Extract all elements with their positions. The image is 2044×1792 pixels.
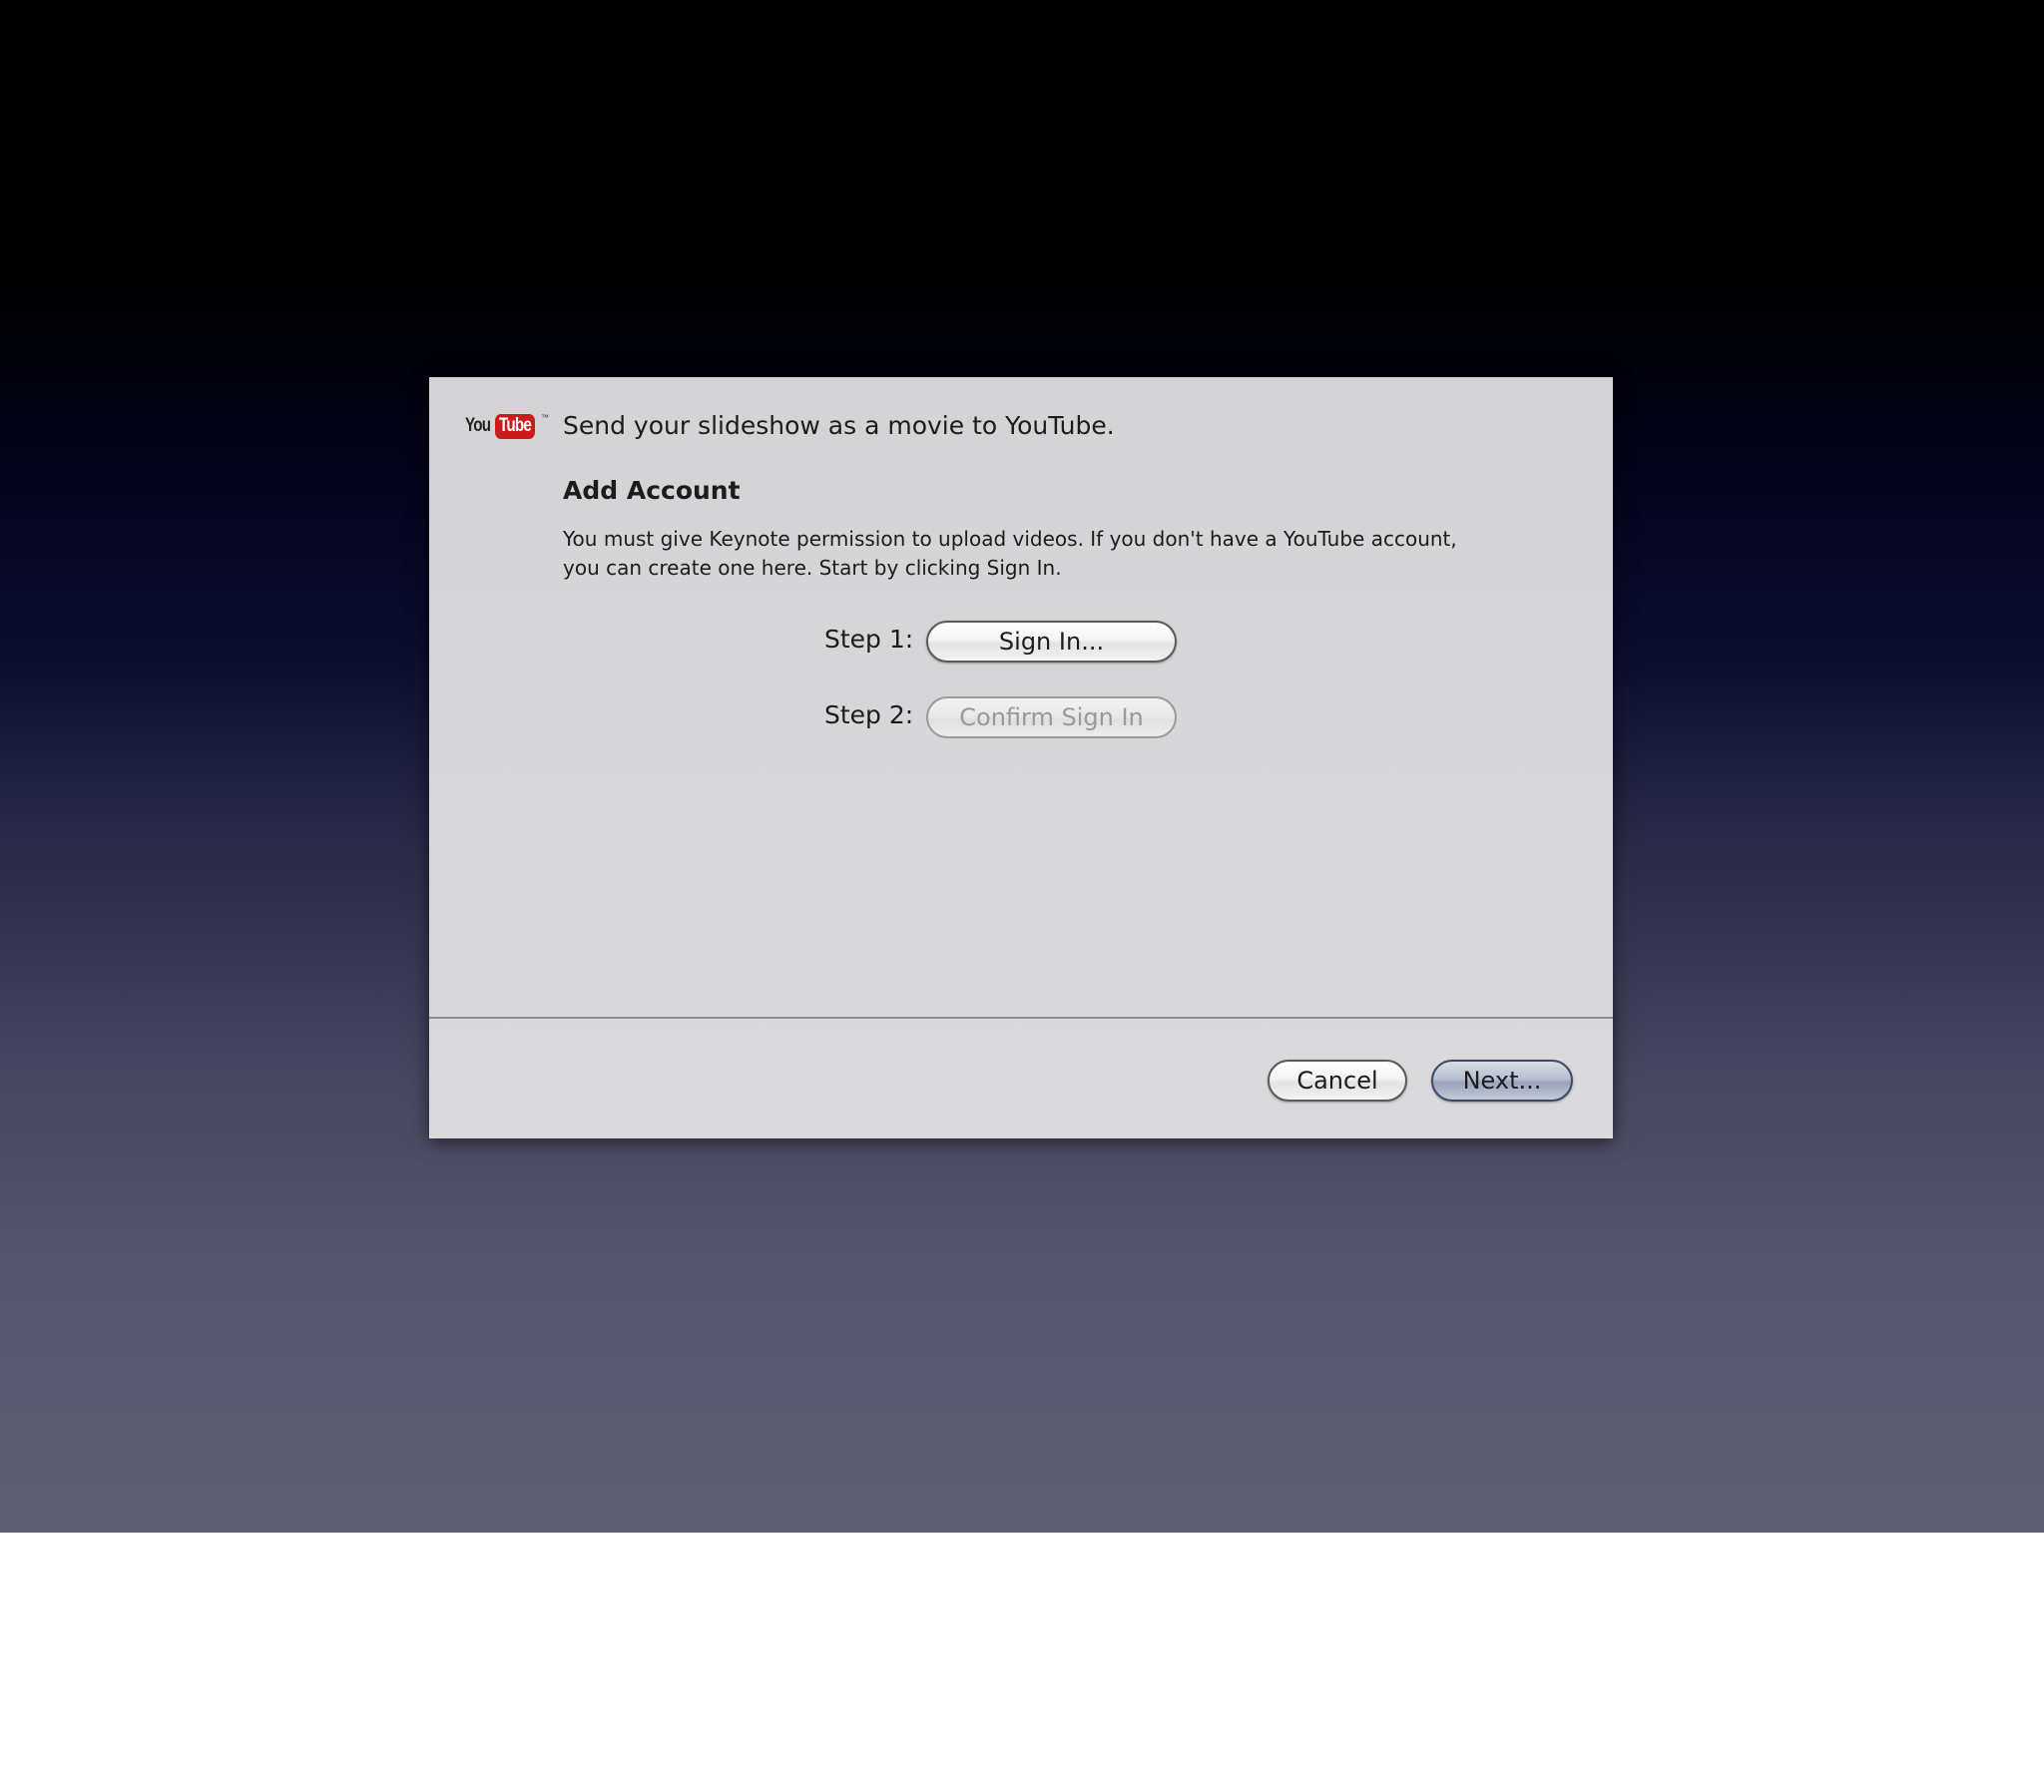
instructions-text: You must give Keynote permission to uplo… xyxy=(563,527,1457,580)
youtube-logo-tube: Tube xyxy=(495,413,535,439)
footer-divider xyxy=(429,1017,1613,1019)
section-title: Add Account xyxy=(563,476,741,505)
youtube-logo-trademark: ™ xyxy=(540,413,549,422)
dialog-title: Send your slideshow as a movie to YouTub… xyxy=(563,411,1115,440)
sign-in-button[interactable]: Sign In... xyxy=(926,621,1177,663)
next-button[interactable]: Next... xyxy=(1431,1060,1573,1102)
cancel-button[interactable]: Cancel xyxy=(1268,1060,1407,1102)
presentation-background: You Tube ™ Send your slideshow as a movi… xyxy=(0,0,2044,1533)
youtube-logo-you: You xyxy=(465,415,491,436)
youtube-export-dialog: You Tube ™ Send your slideshow as a movi… xyxy=(429,377,1613,1138)
step-2-label: Step 2: xyxy=(824,700,914,729)
step-1-label: Step 1: xyxy=(824,625,914,654)
youtube-logo: You Tube ™ xyxy=(465,411,549,441)
confirm-sign-in-button[interactable]: Confirm Sign In xyxy=(926,696,1177,738)
